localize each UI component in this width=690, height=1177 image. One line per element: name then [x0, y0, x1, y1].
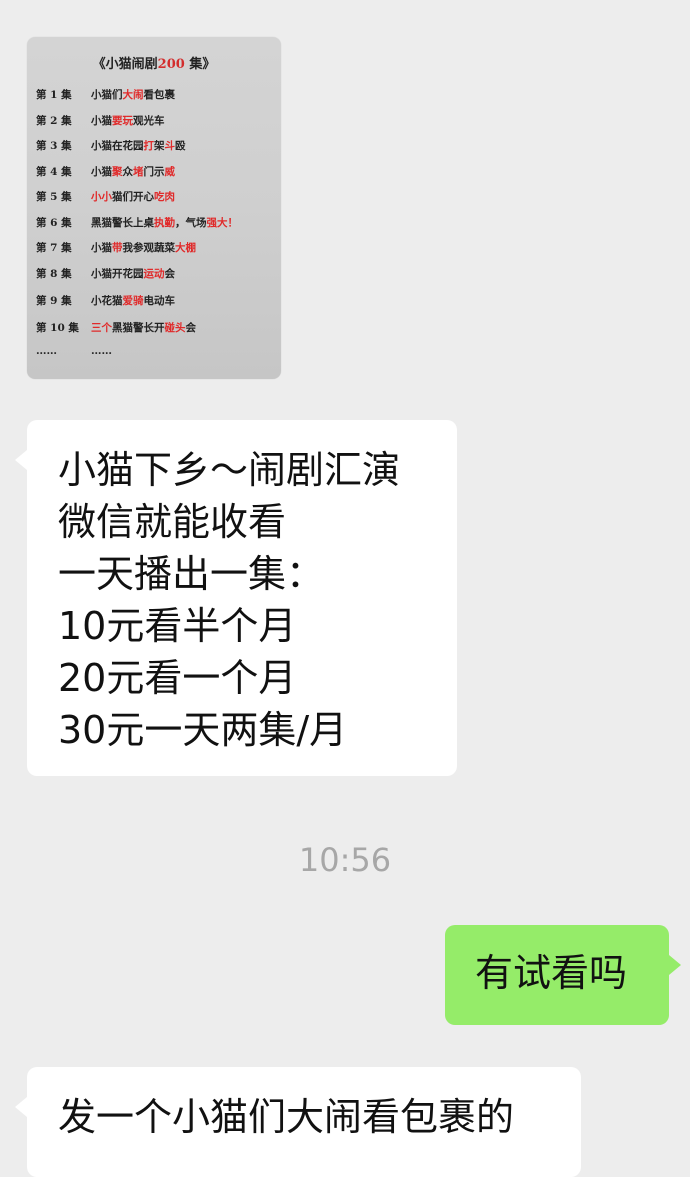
message-line: 30元一天两集/月 [58, 708, 348, 752]
episode-title-text: 众 [122, 166, 134, 178]
outgoing-message-bubble[interactable]: 有试看吗 [445, 925, 681, 1025]
episode-number: 第 9 集 [36, 295, 72, 307]
episode-title-highlight: 三个 [91, 322, 112, 334]
episode-row: 第 1 集 小猫们大闹看包裹 [36, 87, 175, 102]
episode-number: 第 3 集 [36, 140, 72, 152]
message-line: 一天播出一集： [58, 552, 325, 596]
episode-title-highlight: 运动 [143, 268, 165, 280]
incoming-message-bubble[interactable]: 小猫下乡～闹剧汇演 微信就能收看 一天播出一集： 10元看半个月 20元看一个月… [15, 420, 457, 776]
episode-row: 第 6 集 黑猫警长上桌执勤，气场强大！ [36, 215, 238, 230]
episode-row: 第 10 集三个黑猫警长开碰头会 [36, 320, 196, 335]
episode-number: 第 5 集 [36, 191, 72, 203]
episode-title-text: 电动车 [143, 295, 176, 307]
incoming-message-bubble[interactable]: 发一个小猫们大闹看包裹的 [15, 1067, 581, 1177]
episode-number: 第 8 集 [36, 268, 72, 280]
episode-title-highlight: 要玩 [112, 115, 133, 127]
chat-area: 《小猫闹剧200 集》 第 1 集小猫们大闹看包裹第 2 集小猫要玩观光车第 3… [0, 0, 690, 1177]
episode-title-text: 我参观蔬菜 [122, 242, 176, 254]
episode-title-highlight: 打 [143, 140, 155, 152]
episode-title-highlight: 带 [112, 242, 123, 254]
episode-number: 第 2 集 [36, 115, 72, 127]
episode-title-highlight: 强大！ [206, 217, 239, 229]
episode-number: 第 7 集 [36, 242, 72, 254]
message-text: 小猫下乡～闹剧汇演 微信就能收看 一天播出一集： 10元看半个月 20元看一个月… [58, 444, 400, 756]
message-line: 小猫下乡～闹剧汇演 [58, 448, 401, 492]
episode-title-highlight: 执勤 [154, 217, 175, 229]
message-line: 微信就能收看 [58, 500, 287, 544]
message-line: 20元看一个月 [58, 656, 297, 700]
episode-title-highlight: 大闹 [122, 89, 144, 101]
message-timestamp: 10:56 [298, 841, 392, 879]
episode-title-text: 小猫 [91, 115, 112, 127]
episode-title-highlight: 斗 [164, 140, 176, 152]
episode-row: 第 8 集 小猫开花园运动会 [36, 266, 175, 281]
episode-title-text: 观光车 [133, 115, 165, 127]
episode-title-highlight: 碰头 [164, 322, 186, 334]
episode-number: …… [36, 345, 57, 357]
episode-row: 第 3 集 小猫在花园打架斗殴 [36, 138, 186, 153]
episode-number: 第 4 集 [36, 166, 72, 178]
episode-title-text: 小猫在花园 [91, 140, 144, 152]
episode-title-text: 门示 [143, 166, 165, 178]
message-line: 10元看半个月 [58, 604, 297, 648]
episode-title-text: …… [91, 345, 112, 357]
episode-title-text: 小猫 [91, 166, 112, 178]
episode-title-highlight: 大棚 [175, 242, 196, 254]
episode-title-highlight: 小小 [91, 191, 112, 203]
episode-title-text: 小猫 [91, 242, 112, 254]
episode-title-text: 会 [164, 268, 176, 280]
episode-title-text: 黑猫警长上桌 [91, 217, 154, 229]
poster-title: 《小猫闹剧200 集》 [92, 57, 216, 72]
episode-row: 第 5 集 小小猫们开心吃肉 [36, 189, 175, 204]
episode-title-highlight: 聚 [112, 166, 123, 178]
episode-number: 第 1 集 [36, 89, 72, 101]
episode-title-text: ，气场 [175, 217, 207, 229]
episode-row: 第 4 集 小猫聚众堵门示威 [36, 164, 175, 179]
episode-title-text: 会 [185, 322, 197, 334]
episode-number: 第 10 集 [36, 322, 79, 334]
episode-title-text: 猫们开心 [112, 191, 154, 203]
episode-title-text: 小花猫 [91, 295, 123, 307]
episode-title-text: 小猫们 [91, 89, 123, 101]
episode-title-text: 架 [154, 140, 165, 152]
episode-title-text: 看包裹 [143, 89, 176, 101]
episode-title-highlight: 爱骑 [122, 295, 144, 307]
episode-title-text: 殴 [175, 140, 186, 152]
episode-row: 第 2 集 小猫要玩观光车 [36, 113, 165, 128]
episode-row: 第 7 集 小猫带我参观蔬菜大棚 [36, 240, 196, 255]
image-message[interactable]: 《小猫闹剧200 集》 第 1 集小猫们大闹看包裹第 2 集小猫要玩观光车第 3… [27, 37, 281, 379]
episode-row: …… …… [36, 345, 112, 357]
episode-title-highlight: 威 [164, 166, 176, 178]
episode-row: 第 9 集 小花猫爱骑电动车 [36, 293, 175, 308]
episode-title-highlight: 堵 [133, 166, 144, 178]
message-text: 有试看吗 [475, 951, 628, 995]
episode-number: 第 6 集 [36, 217, 72, 229]
episode-title-text: 小猫开花园 [91, 268, 144, 280]
episode-title-highlight: 吃肉 [154, 191, 175, 203]
message-text: 发一个小猫们大闹看包裹的 [58, 1095, 515, 1139]
episode-title-text: 黑猫警长开 [112, 322, 165, 334]
